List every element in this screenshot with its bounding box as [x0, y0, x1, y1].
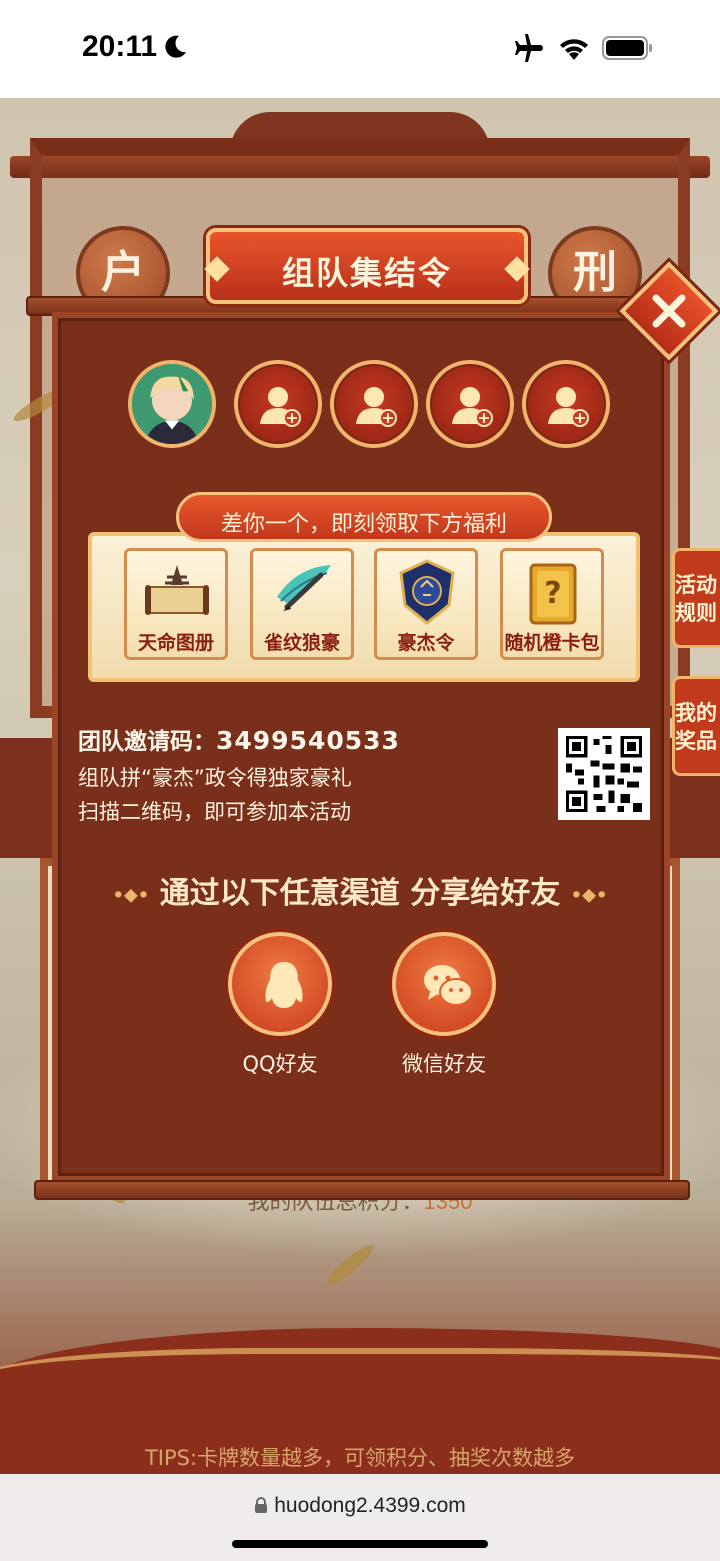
share-deco-left: •◆•	[112, 884, 150, 906]
add-user-icon	[356, 387, 397, 427]
status-bar: 20:11	[0, 0, 720, 98]
benefit-label: 豪杰令	[397, 632, 455, 654]
qq-penguin-icon	[265, 962, 303, 1008]
invite-slot[interactable]	[522, 360, 610, 448]
wechat-icon	[424, 965, 473, 1006]
invite-slot[interactable]	[234, 360, 322, 448]
benefit-item: ? 随机橙卡包	[500, 548, 604, 660]
wifi-icon	[560, 39, 588, 60]
mystery-card-icon: ?	[529, 563, 577, 625]
invite-code-label: 团队邀请码：	[78, 729, 216, 755]
benefit-label: 雀纹狼豪	[263, 632, 340, 654]
add-user-icon	[548, 387, 589, 427]
share-title-text: 通过以下任意渠道 分享给好友	[159, 876, 561, 911]
url-text: huodong2.4399.com	[274, 1494, 466, 1517]
scroll-pagoda-icon	[145, 565, 209, 615]
avatar	[128, 360, 216, 448]
battery-icon	[602, 36, 652, 60]
moon-icon	[165, 35, 186, 58]
add-user-icon	[452, 387, 493, 427]
modal-bottom-beam	[34, 1180, 690, 1200]
modal-title: 组队集结令	[281, 254, 452, 292]
brush-feather-icon	[277, 565, 331, 611]
share-title: •◆• 通过以下任意渠道 分享给好友 •◆•	[0, 868, 720, 912]
qr-code	[558, 728, 650, 820]
share-deco-right: •◆•	[570, 884, 608, 906]
qr-code-icon	[566, 736, 642, 812]
share-qq-label: QQ好友	[242, 1052, 318, 1076]
airplane-icon	[515, 34, 543, 62]
close-icon	[652, 294, 686, 328]
lock-icon	[255, 1497, 268, 1513]
svg-text:?: ?	[544, 576, 561, 611]
activity-rules-button[interactable]: 活动规则	[672, 548, 720, 648]
invite-code: 团队邀请码：3499540533	[78, 722, 400, 756]
modal-title-plaque: 组队集结令	[204, 228, 530, 304]
tips-text: TIPS:卡牌数量越多，可领积分、抽奖次数越多	[144, 1446, 576, 1470]
benefit-label: 天命图册	[137, 632, 214, 654]
add-user-icon	[260, 387, 301, 427]
wave-trim-decoration	[0, 1348, 720, 1378]
benefit-label: 随机橙卡包	[504, 632, 600, 654]
share-wechat-label: 微信好友	[402, 1052, 486, 1076]
my-prizes-button[interactable]: 我的奖品	[672, 676, 720, 776]
share-wechat-button[interactable]	[392, 932, 496, 1036]
invite-slot[interactable]	[330, 360, 418, 448]
benefit-item: 雀纹狼豪	[250, 548, 354, 660]
benefit-item: 豪杰令	[374, 548, 478, 660]
invite-line: 组队拼“豪杰”政令得独家豪礼	[78, 766, 352, 790]
emblem-token-icon	[399, 559, 455, 625]
user-avatar-icon	[132, 364, 212, 444]
url-display[interactable]: huodong2.4399.com	[0, 1494, 720, 1518]
benefit-banner: 差你一个，即刻领取下方福利	[176, 492, 552, 542]
invite-line: 扫描二维码，即可参加本活动	[78, 800, 351, 824]
benefit-banner-text: 差你一个，即刻领取下方福利	[220, 512, 507, 537]
home-indicator	[232, 1540, 488, 1548]
status-time: 20:11	[82, 30, 158, 63]
invite-slot[interactable]	[426, 360, 514, 448]
benefit-item: 天命图册	[124, 548, 228, 660]
share-qq-button[interactable]	[228, 932, 332, 1036]
invite-code-value: 3499540533	[216, 726, 400, 755]
